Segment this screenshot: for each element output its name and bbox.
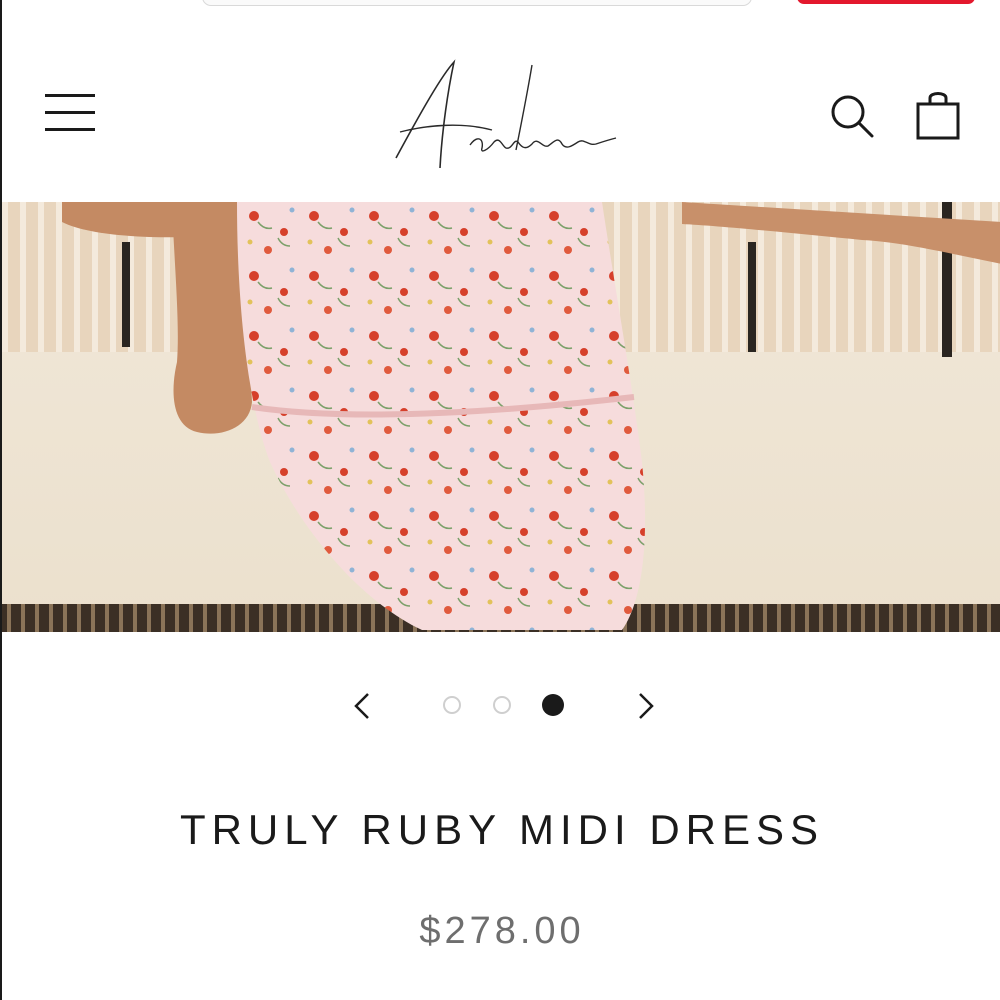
site-header	[2, 20, 1000, 202]
carousel-dot-1[interactable]	[443, 696, 461, 714]
promo-button[interactable]	[797, 0, 975, 4]
shopping-bag-icon[interactable]	[914, 88, 962, 142]
hamburger-menu-icon[interactable]	[45, 94, 97, 134]
product-image[interactable]	[2, 202, 1000, 632]
brand-logo[interactable]	[382, 50, 622, 180]
dress-photo	[2, 202, 1000, 632]
search-icon[interactable]	[828, 92, 876, 140]
address-bar[interactable]	[202, 0, 752, 6]
product-price: $278.00	[419, 910, 585, 952]
logo-signature	[395, 59, 617, 169]
chevron-right-icon[interactable]	[630, 688, 660, 724]
image-carousel-controls	[2, 676, 1000, 736]
product-page: TRULY RUBY MIDI DRESS $278.00	[0, 0, 1000, 1000]
browser-top-strip	[2, 0, 1000, 21]
carousel-dot-3[interactable]	[542, 694, 564, 716]
product-title: TRULY RUBY MIDI DRESS	[179, 806, 825, 853]
carousel-dot-2[interactable]	[493, 696, 511, 714]
chevron-left-icon[interactable]	[348, 688, 378, 724]
